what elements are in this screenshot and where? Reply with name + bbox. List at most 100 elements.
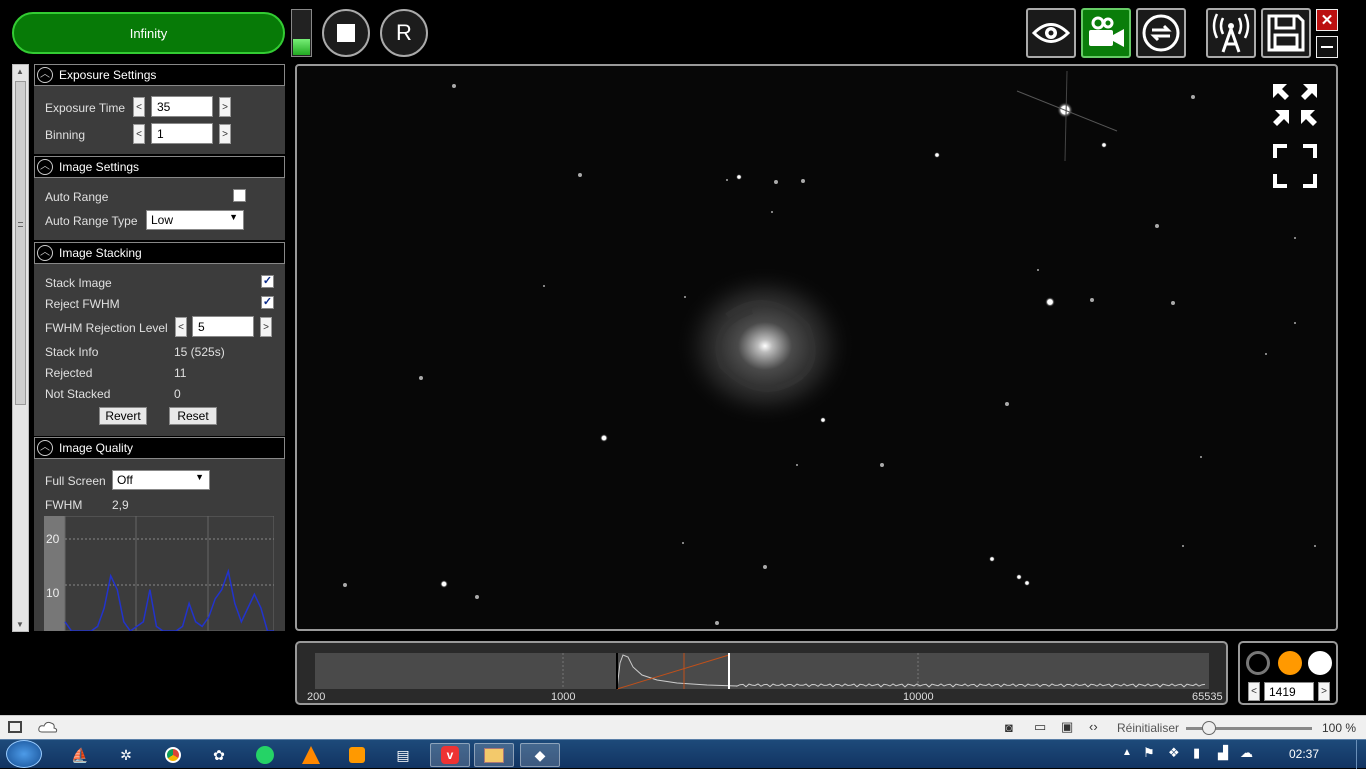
star [682,542,684,544]
not-stacked-label: Not Stacked [45,387,111,401]
collapse-chevron-icon: ︿ [37,245,53,261]
stop-button[interactable] [322,9,370,57]
scroll-down-icon[interactable]: ▼ [16,620,24,629]
collapse-chevron-icon: ︿ [37,440,53,456]
stack-image-checkbox[interactable]: ✓ [261,275,274,288]
app-icon-2[interactable]: ✲ [110,743,142,767]
stack-info-label: Stack Info [45,345,99,359]
star [1017,575,1021,579]
code-icon[interactable]: ‹› [1089,719,1098,734]
network-icon[interactable]: ▟ [1218,745,1228,761]
scroll-up-icon[interactable]: ▲ [16,67,24,76]
loop-button[interactable] [1136,8,1186,58]
reset-zoom-link[interactable]: Réinitialiser [1117,721,1179,735]
star [801,179,805,183]
tray-expand-icon[interactable]: ▲ [1122,747,1132,758]
star [543,285,545,287]
start-button[interactable] [6,740,42,768]
whatsapp-icon[interactable] [249,743,281,767]
zoom-controls [1273,84,1317,188]
close-button[interactable]: ✕ [1316,9,1338,31]
star [578,173,582,177]
auto-range-type-label: Auto Range Type [45,214,138,228]
r-button[interactable]: R [380,9,428,57]
app-icon-4[interactable]: ✿ [203,743,235,767]
auto-range-label: Auto Range [45,190,109,204]
full-screen-select[interactable]: Off ▼ [112,470,210,490]
stretch-increment-button[interactable]: > [1318,682,1330,701]
window-icon[interactable]: ▭ [1034,719,1046,735]
star [1047,299,1053,305]
camera-icon[interactable]: ◙ [1005,720,1013,735]
antenna-button[interactable] [1206,8,1256,58]
fit-screen-icon[interactable] [1273,144,1317,188]
star [737,175,741,179]
view-button[interactable] [1026,8,1076,58]
sharpcap-icon[interactable]: ◆ [520,743,560,767]
stretch-decrement-button[interactable]: < [1248,682,1260,701]
save-button[interactable] [1261,8,1311,58]
vlc-icon[interactable] [295,743,327,767]
chrome-icon[interactable] [157,743,189,767]
section-title: Image Quality [59,441,134,455]
flag-icon[interactable]: ⚑ [1143,745,1155,761]
stack-info-value: 15 (525s) [174,345,225,359]
left-panel-scrollbar[interactable]: ▲ ▼ [12,64,29,632]
battery-icon[interactable]: ▮ [1193,745,1200,761]
reset-button[interactable]: Reset [169,407,217,425]
onedrive-icon[interactable]: ☁ [1240,745,1253,761]
fwhm-level-increment-button[interactable]: > [260,317,272,337]
binning-label: Binning [45,128,86,142]
auto-range-checkbox[interactable] [233,189,246,202]
histogram-panel[interactable]: 200 1000 10000 65535 [295,641,1228,705]
binning-input[interactable]: 1 [151,123,213,144]
collapse-chevron-icon: ︿ [37,67,53,83]
windows-taskbar: ⛵ ✲ ✿ ▤ v ◆ ▲ ⚑ ❖ ▮ ▟ ☁ 02:37 [0,739,1366,769]
stop-icon [337,24,355,42]
vivaldi-icon[interactable]: v [430,743,470,767]
fwhm-level-decrement-button[interactable]: < [175,317,187,337]
dropdown-arrow-icon: ▼ [195,472,204,482]
image-viewport[interactable] [295,64,1338,631]
reject-fwhm-label: Reject FWHM [45,297,120,311]
image-settings-header[interactable]: ︿ Image Settings [34,156,285,178]
revert-button[interactable]: Revert [99,407,147,425]
scrollbar-thumb[interactable] [15,81,26,405]
star [726,179,728,181]
orange-mode-button[interactable] [1278,651,1302,675]
binning-increment-button[interactable]: > [219,124,231,144]
camera-name-button[interactable]: Infinity [12,12,285,54]
explorer-icon[interactable] [474,743,514,767]
show-desktop-button[interactable] [1356,740,1366,769]
image-stacking-header[interactable]: ︿ Image Stacking [34,242,285,264]
reject-fwhm-checkbox[interactable]: ✓ [261,296,274,309]
cloud-icon[interactable] [38,720,58,734]
image-quality-section: ︿ Image Quality Full Screen Off ▼ FWHM 2,9… [34,437,285,631]
auto-range-type-select[interactable]: Low ▼ [146,210,244,230]
white-mode-button[interactable] [1308,651,1332,675]
app-icon-1[interactable]: ⛵ [64,743,96,767]
exposure-settings-header[interactable]: ︿ Exposure Settings [34,64,285,86]
image-quality-header[interactable]: ︿ Image Quality [34,437,285,459]
minimize-button[interactable] [1316,36,1338,58]
stretch-value-input[interactable]: 1419 [1264,682,1314,701]
zoom-out-icon[interactable] [1273,84,1317,126]
fwhm-level-input[interactable]: 5 [192,316,254,337]
black-mode-button[interactable] [1246,651,1270,675]
image-icon[interactable]: ▣ [1061,719,1073,735]
exposure-time-input[interactable]: 35 [151,96,213,117]
app-icon-8[interactable]: ▤ [387,743,419,767]
binning-decrement-button[interactable]: < [133,124,145,144]
zoom-slider-thumb[interactable] [1202,721,1216,735]
star [1314,545,1316,547]
video-camera-button[interactable] [1081,8,1131,58]
level-meter [291,9,312,57]
exposure-decrement-button[interactable]: < [133,97,145,117]
media-player-icon[interactable] [341,743,373,767]
zoom-level: 100 % [1322,721,1357,735]
exposure-increment-button[interactable]: > [219,97,231,117]
panel-toggle-icon[interactable] [8,721,22,733]
dropbox-icon[interactable]: ❖ [1168,745,1180,761]
dropdown-arrow-icon: ▼ [229,212,238,222]
star [1182,545,1184,547]
